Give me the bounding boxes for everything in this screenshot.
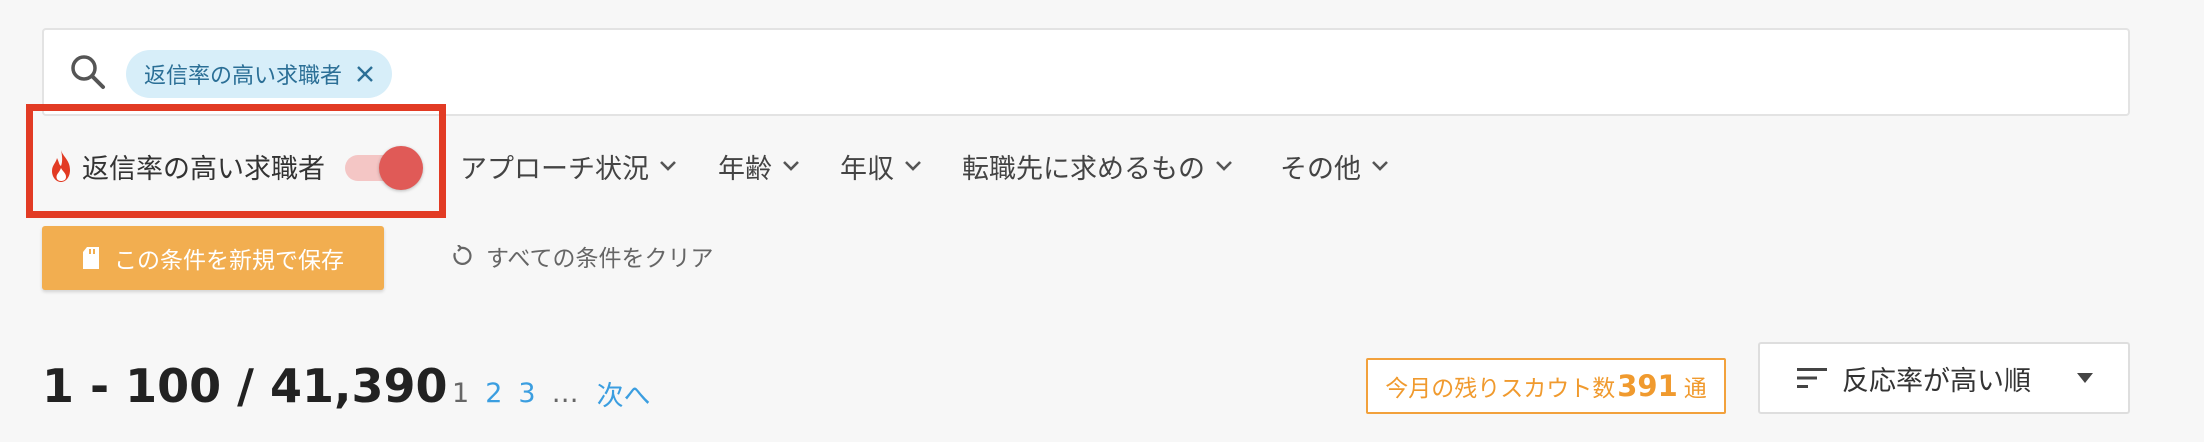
- scout-count: 391: [1617, 369, 1678, 403]
- scout-prefix: 今月の残りスカウト数: [1385, 376, 1616, 402]
- page-ellipsis: …: [551, 377, 579, 409]
- dropdown-job-change-wants[interactable]: 転職先に求めるもの: [962, 146, 1233, 186]
- scout-suffix: 通: [1683, 376, 1707, 402]
- filter-chip: 返信率の高い求職者: [126, 50, 393, 98]
- dropdown-other[interactable]: その他: [1280, 146, 1389, 186]
- save-button-label: この条件を新規で保存: [114, 248, 344, 274]
- pagination: 1 2 3 … 次へ: [452, 374, 667, 412]
- dropdown-label: アプローチ状況: [460, 153, 649, 185]
- chevron-down-icon: [905, 161, 921, 171]
- clear-all-conditions-link[interactable]: すべての条件をクリア: [450, 240, 713, 272]
- sort-icon: [1797, 368, 1827, 388]
- dropdown-label: 年収: [840, 153, 894, 185]
- result-count: 1 - 100 / 41,390: [42, 359, 448, 413]
- chevron-down-icon: [1216, 161, 1232, 171]
- toggle-label: 返信率の高い求職者: [82, 153, 325, 185]
- search-box[interactable]: 返信率の高い求職者: [42, 28, 2130, 116]
- dropdown-label: 年齢: [718, 153, 772, 185]
- dropdown-approach-status[interactable]: アプローチ状況: [460, 146, 677, 186]
- sort-label: 反応率が高い順: [1842, 365, 2031, 397]
- caret-down-icon: [2077, 373, 2093, 383]
- dropdown-label: その他: [1280, 153, 1361, 185]
- dropdown-age[interactable]: 年齢: [718, 146, 800, 186]
- chevron-down-icon: [660, 161, 676, 171]
- page-current: 1: [452, 377, 470, 409]
- sort-select[interactable]: 反応率が高い順: [1758, 342, 2130, 414]
- next-page-link[interactable]: 次へ: [597, 374, 651, 413]
- dropdown-label: 転職先に求めるもの: [962, 153, 1205, 185]
- toggle-knob: [379, 146, 423, 190]
- chevron-down-icon: [783, 161, 799, 171]
- page-link[interactable]: 2: [485, 378, 502, 409]
- filter-chip-label: 返信率の高い求職者: [144, 64, 343, 89]
- clear-link-label: すべての条件をクリア: [486, 246, 714, 272]
- remaining-scouts-badge: 今月の残りスカウト数 391 通: [1366, 358, 1726, 414]
- chevron-down-icon: [1372, 161, 1388, 171]
- sd-card-icon: [83, 247, 99, 269]
- dropdown-annual-income[interactable]: 年収: [840, 146, 922, 186]
- search-icon: [71, 55, 105, 89]
- page-link[interactable]: 3: [518, 378, 535, 409]
- high-reply-rate-filter: 返信率の高い求職者: [48, 144, 423, 190]
- close-icon[interactable]: [356, 65, 374, 83]
- high-reply-rate-toggle[interactable]: [345, 146, 423, 190]
- flame-icon: [52, 150, 70, 182]
- refresh-icon: [453, 245, 472, 265]
- save-conditions-button[interactable]: この条件を新規で保存: [42, 226, 384, 290]
